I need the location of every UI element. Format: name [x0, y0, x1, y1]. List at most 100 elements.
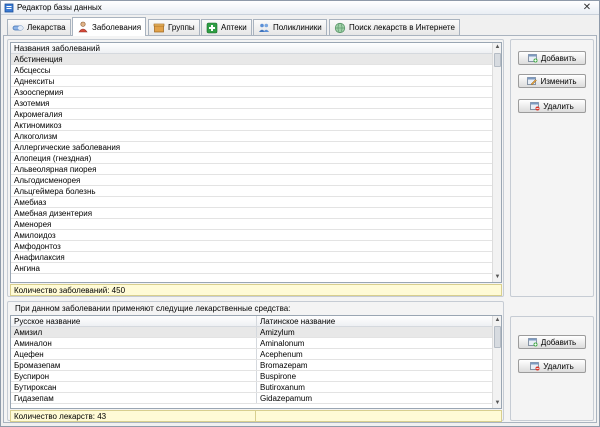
drug-russian-name: Аминалон — [14, 339, 52, 348]
drug-latin-name: Butiroxanum — [256, 382, 501, 392]
disease-actions-group: Добавить Изменить Удалить — [510, 39, 594, 297]
drug-russian-name: Бромазепам — [14, 361, 61, 370]
drug-table-row[interactable]: Ацефен Acephenum — [11, 349, 501, 360]
app-icon — [4, 3, 14, 13]
disease-list-item[interactable]: Аменорея — [11, 219, 501, 230]
disease-list-item[interactable]: Абсцессы — [11, 65, 501, 76]
column-latin-name[interactable]: Латинское название — [256, 316, 501, 326]
drug-table-row[interactable]: Бутироксан Butiroxanum — [11, 382, 501, 393]
tab-strip: Лекарства Заболевания Группы Аптеки Поли… — [5, 17, 597, 36]
box-icon — [153, 22, 165, 34]
drug-russian-name: Амизил — [14, 328, 43, 337]
disease-list-item[interactable]: Аллергические заболевания — [11, 142, 501, 153]
tab-clinics-label: Поликлиники — [273, 23, 322, 32]
close-icon[interactable]: ✕ — [581, 2, 593, 13]
add-disease-button[interactable]: Добавить — [518, 51, 586, 65]
drugs-list-header: Русское название Латинское название — [11, 316, 501, 327]
diseases-count: Количество заболеваний: 450 — [10, 284, 502, 296]
medicine-icon — [12, 22, 24, 34]
delete-disease-label: Удалить — [543, 101, 574, 111]
column-russian-name[interactable]: Русское название — [14, 316, 256, 326]
tab-pharmacies-label: Аптеки — [221, 23, 247, 32]
drug-latin-name: Acephenum — [256, 349, 501, 359]
tab-internet-search[interactable]: Поиск лекарств в Интернете — [329, 19, 460, 35]
disease-list-item[interactable]: Азотемия — [11, 98, 501, 109]
diseases-column-header[interactable]: Названия заболеваний — [14, 43, 100, 53]
drug-latin-name: Gidazepamum — [256, 393, 501, 403]
pharmacy-icon — [206, 22, 218, 34]
add-drug-label: Добавить — [540, 337, 577, 347]
disease-list-item[interactable]: Анафилаксия — [11, 252, 501, 263]
drug-table-row[interactable]: Бромазепам Bromazepam — [11, 360, 501, 371]
drug-table-row[interactable]: Буспирон Buspirone — [11, 371, 501, 382]
diseases-list[interactable]: Названия заболеваний Абстиненция Абсцессы… — [10, 42, 502, 283]
disease-list-item[interactable]: Амфодонтоз — [11, 241, 501, 252]
scroll-down-icon[interactable]: ▼ — [493, 273, 501, 282]
drug-russian-name: Ацефен — [14, 350, 44, 359]
disease-list-item[interactable]: Аднекситы — [11, 76, 501, 87]
disease-list-item[interactable]: Альцгеймера болезнь — [11, 186, 501, 197]
disease-list-item[interactable]: Альгодисменорея — [11, 175, 501, 186]
delete-drug-button[interactable]: Удалить — [518, 359, 586, 373]
delete-icon — [530, 101, 540, 111]
delete-disease-button[interactable]: Удалить — [518, 99, 586, 113]
drugs-count-bar: Количество лекарств: 43 — [10, 410, 502, 422]
edit-disease-button[interactable]: Изменить — [518, 74, 586, 88]
diseases-group: Названия заболеваний Абстиненция Абсцессы… — [7, 39, 504, 297]
tab-groups[interactable]: Группы — [148, 19, 200, 35]
drug-latin-name: Amizylum — [256, 327, 501, 337]
disease-list-item[interactable]: Амилоидоз — [11, 230, 501, 241]
drug-latin-name: Aminalonum — [256, 338, 501, 348]
tab-medicines[interactable]: Лекарства — [7, 19, 71, 35]
drug-russian-name: Гидазепам — [14, 394, 54, 403]
drug-russian-name: Бутироксан — [14, 383, 57, 392]
add-disease-label: Добавить — [540, 53, 577, 63]
edit-icon — [527, 76, 538, 86]
disease-list-item[interactable]: Алкоголизм — [11, 131, 501, 142]
tab-diseases[interactable]: Заболевания — [72, 17, 147, 36]
drug-actions-group: Добавить Удалить — [510, 316, 594, 421]
drugs-count: Количество лекарств: 43 — [11, 411, 256, 421]
disease-list-item[interactable]: Актиномикоз — [11, 120, 501, 131]
drugs-list[interactable]: Русское название Латинское название Амиз… — [10, 315, 502, 409]
disease-list-item[interactable]: Амебная дизентерия — [11, 208, 501, 219]
drugs-rows: Амизил Amizylum Аминалон Aminalonum Ацефен Ac… — [11, 327, 501, 404]
scroll-thumb[interactable] — [494, 326, 501, 348]
delete-drug-label: Удалить — [543, 361, 574, 371]
add-drug-button[interactable]: Добавить — [518, 335, 586, 349]
people-icon — [258, 22, 270, 34]
edit-disease-label: Изменить — [540, 76, 577, 86]
diseases-list-header[interactable]: Названия заболеваний — [11, 43, 501, 54]
drug-table-row[interactable]: Амизил Amizylum — [11, 327, 501, 338]
drug-table-row[interactable]: Аминалон Aminalonum — [11, 338, 501, 349]
tab-clinics[interactable]: Поликлиники — [253, 19, 327, 35]
disease-list-item[interactable]: Амебиаз — [11, 197, 501, 208]
disease-list-item[interactable]: Альвеолярная пиорея — [11, 164, 501, 175]
disease-list-item[interactable]: Ангина — [11, 263, 501, 274]
tab-pharmacies[interactable]: Аптеки — [201, 19, 252, 35]
tab-internet-search-label: Поиск лекарств в Интернете — [349, 23, 455, 32]
scroll-down-icon[interactable]: ▼ — [493, 399, 501, 408]
scroll-thumb[interactable] — [494, 53, 501, 67]
tab-medicines-label: Лекарства — [27, 23, 66, 32]
drug-table-row[interactable]: Гидазепам Gidazepamum — [11, 393, 501, 404]
scroll-up-icon[interactable]: ▲ — [493, 43, 501, 52]
disease-list-item[interactable]: Акромегалия — [11, 109, 501, 120]
patient-icon — [77, 21, 89, 33]
drug-russian-name: Буспирон — [14, 372, 50, 381]
diseases-tab-panel: Названия заболеваний Абстиненция Абсцессы… — [3, 35, 597, 423]
window-title: Редактор базы данных — [17, 3, 102, 12]
tab-diseases-label: Заболевания — [92, 22, 142, 32]
scroll-up-icon[interactable]: ▲ — [493, 316, 501, 325]
disease-list-item[interactable]: Алопеция (гнездная) — [11, 153, 501, 164]
title-bar[interactable]: Редактор базы данных ✕ — [1, 1, 599, 15]
drugs-caption: При данном заболевании применяют следущи… — [15, 304, 291, 313]
drug-latin-name: Bromazepam — [256, 360, 501, 370]
disease-list-item[interactable]: Азооспермия — [11, 87, 501, 98]
database-editor-window: Редактор базы данных ✕ Лекарства Заболев… — [0, 0, 600, 427]
delete-icon — [530, 361, 540, 371]
diseases-scrollbar[interactable]: ▲ ▼ — [492, 43, 501, 282]
diseases-rows: Абстиненция Абсцессы Аднекситы Азооспермия А… — [11, 54, 501, 274]
drugs-scrollbar[interactable]: ▲ ▼ — [492, 316, 501, 408]
disease-list-item[interactable]: Абстиненция — [11, 54, 501, 65]
